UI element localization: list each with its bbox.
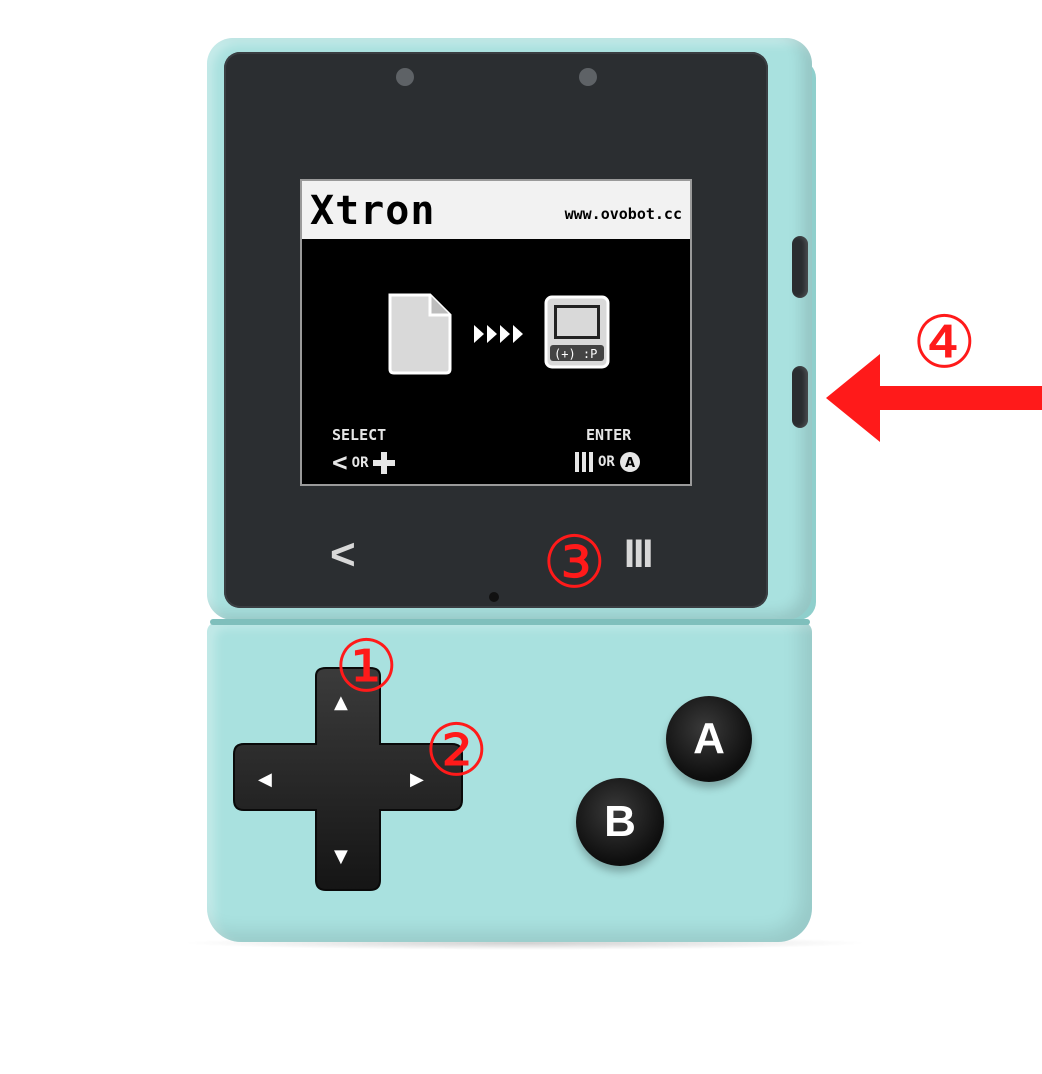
microphone-hole xyxy=(489,592,499,602)
device-seam xyxy=(210,619,810,625)
console-icon: (+) :P xyxy=(544,295,610,369)
b-button[interactable]: B xyxy=(576,778,664,866)
sensor-dot-left xyxy=(396,68,414,86)
enter-hint-row: OR A xyxy=(574,451,641,473)
svg-text:(+) :P: (+) :P xyxy=(554,347,597,361)
enter-hint-or: OR xyxy=(598,454,615,470)
back-softkey[interactable]: < xyxy=(330,530,356,580)
sensor-dot-right xyxy=(579,68,597,86)
dpad-left-arrow[interactable]: ◀ xyxy=(258,771,272,789)
left-chevron-icon: < xyxy=(332,448,348,478)
dpad-down-arrow[interactable]: ▼ xyxy=(334,848,348,866)
website-url: www.ovobot.cc xyxy=(564,205,682,223)
menu-softkey[interactable]: III xyxy=(624,532,653,577)
b-button-label: B xyxy=(604,797,636,846)
red-arrow-icon xyxy=(826,354,1042,442)
side-button-lower[interactable] xyxy=(792,366,808,428)
a-button-mini-icon: A xyxy=(619,452,640,472)
enter-hint-title: ENTER xyxy=(586,426,632,444)
select-hint-or: OR xyxy=(351,455,369,471)
a-button[interactable]: A xyxy=(666,696,752,782)
screen-header-bar: Xtron www.ovobot.cc xyxy=(302,181,690,239)
callout-3: ③ xyxy=(542,520,607,604)
arrows-icon xyxy=(474,325,523,343)
menu-bars-icon xyxy=(575,452,593,472)
a-button-label: A xyxy=(693,714,725,763)
callout-1: ① xyxy=(334,624,399,708)
dpad-mini-icon xyxy=(372,452,395,474)
lcd-screen: Xtron www.ovobot.cc (+) :P SELECT < OR E… xyxy=(300,179,692,486)
xtron-logo: Xtron xyxy=(310,188,436,234)
svg-text:A: A xyxy=(625,456,635,471)
side-button-upper[interactable] xyxy=(792,236,808,298)
callout-2: ② xyxy=(424,708,489,792)
select-hint-title: SELECT xyxy=(332,426,387,444)
dpad-right-arrow[interactable]: ▶ xyxy=(410,771,424,789)
file-icon xyxy=(388,293,452,375)
select-hint-row: < OR xyxy=(332,448,395,478)
